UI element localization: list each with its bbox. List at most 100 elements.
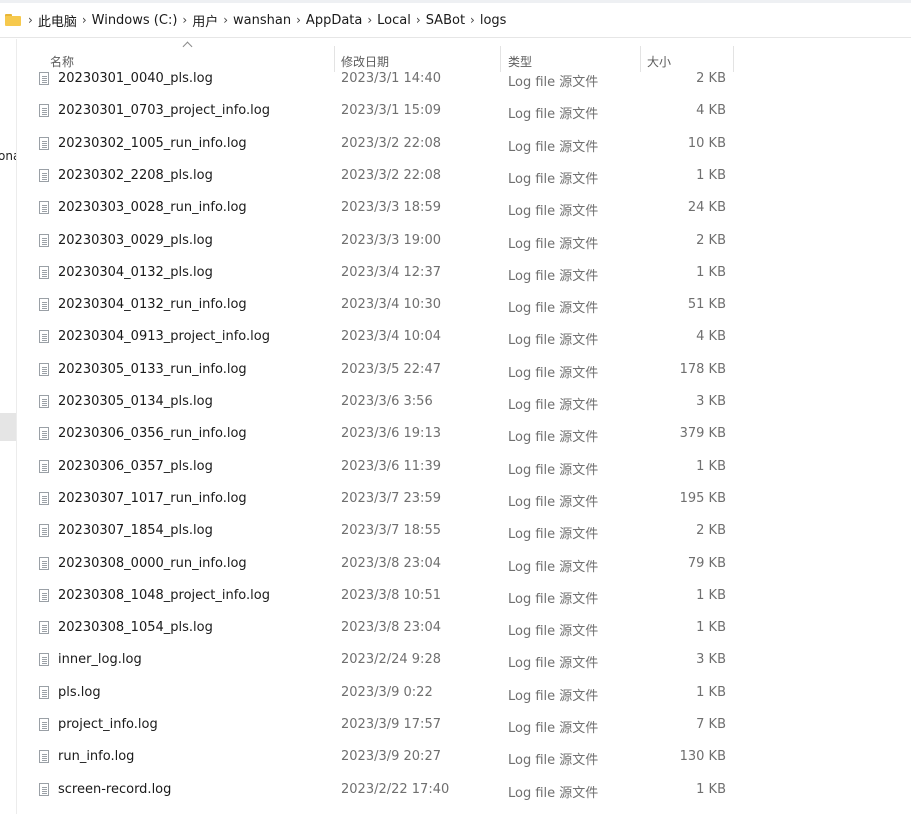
file-row[interactable]: 20230306_0356_run_info.log 2023/3/6 19:13… — [32, 420, 734, 448]
breadcrumb-local[interactable]: Local — [377, 13, 411, 28]
chevron-right-icon[interactable]: › — [223, 14, 228, 26]
breadcrumb-users[interactable]: 用户 — [192, 11, 218, 30]
file-name[interactable]: 20230303_0028_run_info.log — [58, 200, 247, 215]
nav-item-selected[interactable] — [0, 413, 16, 441]
file-row[interactable]: 20230307_1017_run_info.log 2023/3/7 23:59… — [32, 485, 734, 513]
breadcrumb-logs[interactable]: logs — [480, 13, 507, 28]
navigation-pane[interactable]: ona — [0, 39, 17, 814]
file-size: 379 KB — [679, 426, 726, 442]
file-row[interactable]: 20230308_1048_project_info.log 2023/3/8 1… — [32, 582, 734, 610]
breadcrumb-appdata[interactable]: AppData — [306, 13, 362, 28]
chevron-right-icon[interactable]: › — [416, 14, 421, 26]
chevron-right-icon[interactable]: › — [82, 14, 87, 26]
chevron-right-icon[interactable]: › — [28, 14, 33, 26]
file-row[interactable]: 20230303_0028_run_info.log 2023/3/3 18:59… — [32, 194, 734, 222]
chevron-right-icon[interactable]: › — [367, 14, 372, 26]
file-row[interactable]: 20230301_0040_pls.log 2023/3/1 14:40 Log f… — [32, 65, 734, 93]
file-type: Log file 源文件 — [508, 624, 599, 640]
file-name[interactable]: 20230304_0132_pls.log — [58, 265, 213, 280]
file-size: 1 KB — [696, 264, 726, 280]
file-row[interactable]: 20230302_2208_pls.log 2023/3/2 22:08 Log f… — [32, 162, 734, 190]
file-name[interactable]: 20230306_0356_run_info.log — [58, 426, 247, 441]
file-date: 2023/3/4 10:30 — [341, 297, 441, 313]
file-name[interactable]: 20230302_1005_run_info.log — [58, 136, 247, 151]
sort-ascending-icon — [182, 41, 193, 52]
file-row[interactable]: 20230304_0132_run_info.log 2023/3/4 10:30… — [32, 291, 734, 319]
file-type: Log file 源文件 — [508, 559, 599, 575]
file-row[interactable]: project_info.log 2023/3/9 17:57 Log file 源… — [32, 711, 734, 739]
file-type: Log file 源文件 — [508, 107, 599, 123]
file-date: 2023/3/1 15:09 — [341, 103, 441, 119]
log-file-icon — [39, 201, 49, 215]
file-name[interactable]: run_info.log — [58, 749, 134, 764]
file-row[interactable]: 20230305_0133_run_info.log 2023/3/5 22:47… — [32, 356, 734, 384]
file-name[interactable]: 20230308_1048_project_info.log — [58, 588, 270, 603]
file-type: Log file 源文件 — [508, 688, 599, 704]
file-row[interactable]: pls.log 2023/3/9 0:22 Log file 源文件 1 KB — [32, 679, 734, 707]
file-size: 2 KB — [696, 71, 726, 86]
file-name[interactable]: 20230303_0029_pls.log — [58, 233, 213, 248]
file-row[interactable]: run_info.log 2023/3/9 20:27 Log file 源文件 13… — [32, 743, 734, 771]
file-name[interactable]: 20230307_1854_pls.log — [58, 523, 213, 538]
file-date: 2023/2/24 9:28 — [341, 652, 441, 668]
file-row[interactable]: inner_log.log 2023/2/24 9:28 Log file 源文件 3… — [32, 646, 734, 674]
chevron-right-icon[interactable]: › — [470, 14, 475, 26]
file-row[interactable]: screen-record.log 2023/2/22 17:40 Log file… — [32, 776, 734, 804]
file-name[interactable]: 20230307_1017_run_info.log — [58, 491, 247, 506]
log-file-icon — [39, 427, 49, 441]
address-bar[interactable]: › 此电脑 › Windows (C:) › 用户 › wanshan › Ap… — [0, 3, 911, 38]
breadcrumb-wanshan[interactable]: wanshan — [233, 13, 291, 28]
file-name[interactable]: project_info.log — [58, 717, 158, 732]
file-row[interactable]: 20230305_0134_pls.log 2023/3/6 3:56 Log fi… — [32, 388, 734, 416]
file-type: Log file 源文件 — [508, 204, 599, 220]
file-name[interactable]: 20230301_0040_pls.log — [58, 71, 213, 86]
file-name[interactable]: pls.log — [58, 685, 101, 700]
file-name[interactable]: 20230308_1054_pls.log — [58, 620, 213, 635]
file-name[interactable]: 20230306_0357_pls.log — [58, 459, 213, 474]
file-row[interactable]: 20230304_0132_pls.log 2023/3/4 12:37 Log f… — [32, 259, 734, 287]
file-type: Log file 源文件 — [508, 785, 599, 801]
file-row[interactable]: 20230308_1054_pls.log 2023/3/8 23:04 Log f… — [32, 614, 734, 642]
breadcrumb-this-pc[interactable]: 此电脑 — [38, 11, 77, 30]
file-name[interactable]: 20230308_0000_run_info.log — [58, 556, 247, 571]
file-row[interactable]: 20230301_0703_project_info.log 2023/3/1 1… — [32, 97, 734, 125]
file-size: 2 KB — [696, 523, 726, 539]
log-file-icon — [39, 653, 49, 667]
file-row[interactable]: 20230308_0000_run_info.log 2023/3/8 23:04… — [32, 550, 734, 578]
file-size: 1 KB — [696, 458, 726, 474]
breadcrumb-windows-c[interactable]: Windows (C:) — [92, 13, 178, 28]
file-name[interactable]: 20230305_0134_pls.log — [58, 394, 213, 409]
file-date: 2023/3/6 11:39 — [341, 458, 441, 474]
file-size: 24 KB — [687, 200, 726, 216]
file-name[interactable]: 20230305_0133_run_info.log — [58, 362, 247, 377]
file-name[interactable]: inner_log.log — [58, 652, 142, 667]
file-row[interactable]: 20230304_0913_project_info.log 2023/3/4 1… — [32, 323, 734, 351]
file-name[interactable]: 20230301_0703_project_info.log — [58, 103, 270, 118]
nav-item-label[interactable]: ona — [0, 149, 16, 163]
file-size: 4 KB — [696, 103, 726, 119]
file-type: Log file 源文件 — [508, 398, 599, 413]
file-date: 2023/3/4 10:04 — [341, 329, 441, 345]
file-size: 2 KB — [696, 232, 726, 248]
file-size: 79 KB — [687, 555, 726, 571]
chevron-right-icon[interactable]: › — [296, 14, 301, 26]
file-name[interactable]: 20230304_0132_run_info.log — [58, 297, 247, 312]
file-row[interactable]: 20230303_0029_pls.log 2023/3/3 19:00 Log f… — [32, 227, 734, 255]
file-date: 2023/3/8 10:51 — [341, 587, 441, 603]
log-file-icon — [39, 588, 49, 602]
breadcrumb-sabot[interactable]: SABot — [426, 13, 465, 28]
file-row[interactable]: 20230307_1854_pls.log 2023/3/7 18:55 Log f… — [32, 517, 734, 545]
file-row[interactable]: 20230302_1005_run_info.log 2023/3/2 22:08… — [32, 130, 734, 158]
log-file-icon — [39, 685, 49, 699]
log-file-icon — [39, 362, 49, 376]
file-type: Log file 源文件 — [508, 75, 599, 90]
file-name[interactable]: 20230304_0913_project_info.log — [58, 329, 270, 344]
log-file-icon — [39, 621, 49, 635]
file-type: Log file 源文件 — [508, 721, 599, 736]
file-name[interactable]: 20230302_2208_pls.log — [58, 168, 213, 183]
file-name[interactable]: screen-record.log — [58, 782, 171, 797]
file-row[interactable]: 20230306_0357_pls.log 2023/3/6 11:39 Log f… — [32, 453, 734, 481]
chevron-right-icon[interactable]: › — [182, 14, 187, 26]
log-file-icon — [39, 104, 49, 118]
file-size: 7 KB — [696, 717, 726, 732]
